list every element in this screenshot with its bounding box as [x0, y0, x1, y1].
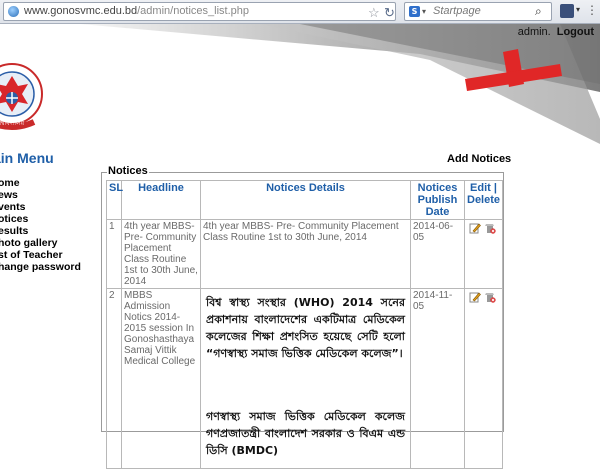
menu-item-events[interactable]: vents — [0, 201, 81, 213]
table-row: 1 4th year MBBS- Pre- Community Placemen… — [106, 219, 503, 289]
details-paragraph: গণস্বাস্থ্য সমাজ ভিত্তিক মেডিকেল কলেজ গণ… — [206, 410, 405, 457]
cell-headline: 4th year MBBS- Pre- Community Placement … — [121, 219, 201, 289]
overflow-icon[interactable]: ⋮ — [586, 3, 598, 17]
browser-toolbar: www.gonosvmc.edu.bd/admin/notices_list.p… — [0, 0, 600, 24]
college-logo: বিশ্ববিদ্যালয় — [0, 63, 43, 130]
menu-item-list-of-teacher[interactable]: st of Teacher — [0, 249, 81, 261]
search-placeholder: Startpage — [433, 5, 481, 17]
details-paragraph: বিশ্ব স্বাস্থ্য সংস্থার (WHO) 2014 সনের … — [206, 296, 405, 360]
table-header-row: SL Headline Notices Details Notices Publ… — [106, 180, 503, 220]
url-host: www.gonosvmc.edu.bd — [24, 5, 138, 17]
add-notices-link[interactable]: Add Notices — [447, 153, 511, 165]
main-menu-title: ain Menu — [0, 150, 54, 166]
col-header-actions: Edit | Delete — [464, 180, 503, 220]
menu-item-notices[interactable]: otices — [0, 213, 81, 225]
cell-details: 4th year MBBS- Pre- Community Placement … — [200, 219, 411, 289]
table-row: 2 MBBS Admission Notics 2014-2015 sessio… — [106, 288, 503, 469]
menu-item-news[interactable]: ews — [0, 189, 81, 201]
col-header-details: Notices Details — [200, 180, 411, 220]
cell-sl: 2 — [106, 288, 122, 469]
cell-date: 2014-06-05 — [410, 219, 465, 289]
addon-icon[interactable] — [560, 4, 574, 18]
cell-details: বিশ্ব স্বাস্থ্য সংস্থার (WHO) 2014 সনের … — [200, 288, 411, 469]
url-bar[interactable]: www.gonosvmc.edu.bd/admin/notices_list.p… — [3, 2, 396, 21]
search-bar[interactable]: S ▾ Startpage ⌕ — [404, 2, 552, 21]
search-icon[interactable]: ⌕ — [535, 4, 542, 19]
side-menu: ome ews vents otices esults hoto gallery… — [0, 177, 81, 273]
reload-icon[interactable]: ↻ — [384, 4, 395, 21]
cell-date: 2014-11-05 — [410, 288, 465, 469]
edit-icon[interactable] — [469, 291, 481, 303]
cell-headline: MBBS Admission Notics 2014-2015 session … — [121, 288, 201, 469]
search-engine-icon[interactable]: S — [409, 6, 420, 17]
delete-icon[interactable] — [484, 222, 496, 234]
col-header-sl: SL — [106, 180, 123, 220]
menu-item-home[interactable]: ome — [0, 177, 81, 189]
svg-text:বিশ্ববিদ্যালয়: বিশ্ববিদ্যালয় — [0, 120, 25, 127]
url-path: /admin/notices_list.php — [137, 5, 250, 17]
cell-actions — [464, 288, 503, 469]
bookmark-star-icon[interactable]: ☆ — [368, 4, 380, 21]
cell-actions — [464, 219, 503, 289]
chevron-down-icon[interactable]: ▾ — [576, 5, 580, 14]
username: admin. — [517, 26, 551, 38]
globe-icon — [8, 6, 19, 17]
col-header-date: Notices Publish Date — [410, 180, 465, 220]
menu-item-change-password[interactable]: hange password — [0, 261, 81, 273]
site-banner: বিশ্ববিদ্যালয় — [0, 24, 600, 150]
col-header-headline: Headline — [121, 180, 201, 220]
menu-item-results[interactable]: esults — [0, 225, 81, 237]
cell-sl: 1 — [106, 219, 122, 289]
notices-table: SL Headline Notices Details Notices Publ… — [106, 180, 503, 469]
delete-icon[interactable] — [484, 291, 496, 303]
menu-item-photo-gallery[interactable]: hoto gallery — [0, 237, 81, 249]
edit-icon[interactable] — [469, 222, 481, 234]
banner-graphic: বিশ্ববিদ্যালয় — [0, 24, 600, 144]
logout-link[interactable]: Logout — [557, 26, 594, 38]
chevron-down-icon[interactable]: ▾ — [422, 3, 426, 20]
notices-legend: Notices — [107, 165, 149, 177]
user-bar: admin. Logout — [518, 26, 594, 38]
